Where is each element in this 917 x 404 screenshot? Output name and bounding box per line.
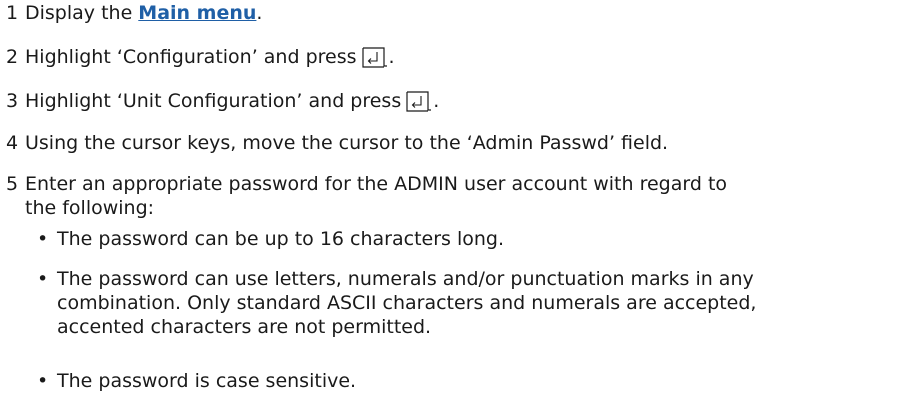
step-text-after: . [388,46,395,68]
bullet-text-line: accented characters are not permitted. [57,316,432,338]
step-number: 1 [6,2,19,24]
bullet-text-line: The password is case sensitive. [57,370,357,392]
step-number: 5 [6,173,19,195]
bullet-text-line: The password can be up to 16 characters … [57,228,505,250]
bullet-text: The password is case sensitive. [57,369,915,393]
enter-key-icon [361,45,389,69]
step-text: Using the cursor keys, move the cursor t… [25,132,669,154]
bullet-glyph: • [37,370,49,392]
step-text: Display the Main menu. [25,1,915,25]
step-text-before: Display the [25,2,139,24]
step-number: 2 [6,46,19,68]
step-number: 3 [6,90,19,112]
bullet-text-line: combination. Only standard ASCII charact… [57,292,757,314]
step-text-after: . [256,2,263,24]
step-text-main: Highlight ‘Unit Configuration’ and press [25,90,402,112]
step-text-line: the following: [25,197,155,219]
main-menu-link[interactable]: Main menu [138,2,256,24]
step-text-main: Highlight ‘Configuration’ and press [25,46,357,68]
step-text: Highlight ‘Configuration’ and press . [25,45,915,69]
bullet-glyph: • [37,228,49,250]
step-text-after: . [433,90,440,112]
step-text-line: Enter an appropriate password for the AD… [25,173,728,195]
step-text: Highlight ‘Unit Configuration’ and press… [25,89,915,113]
document-page: { "steps": [ { "num": "1", "before": "Di… [0,0,917,404]
bullet-text: The password can use letters, numerals a… [57,267,915,339]
step-text: Enter an appropriate password for the AD… [25,172,915,220]
enter-key-icon [405,89,433,113]
bullet-text-line: The password can use letters, numerals a… [57,268,754,290]
step-number: 4 [6,132,19,154]
bullet-text: The password can be up to 16 characters … [57,227,915,251]
bullet-glyph: • [37,268,49,290]
